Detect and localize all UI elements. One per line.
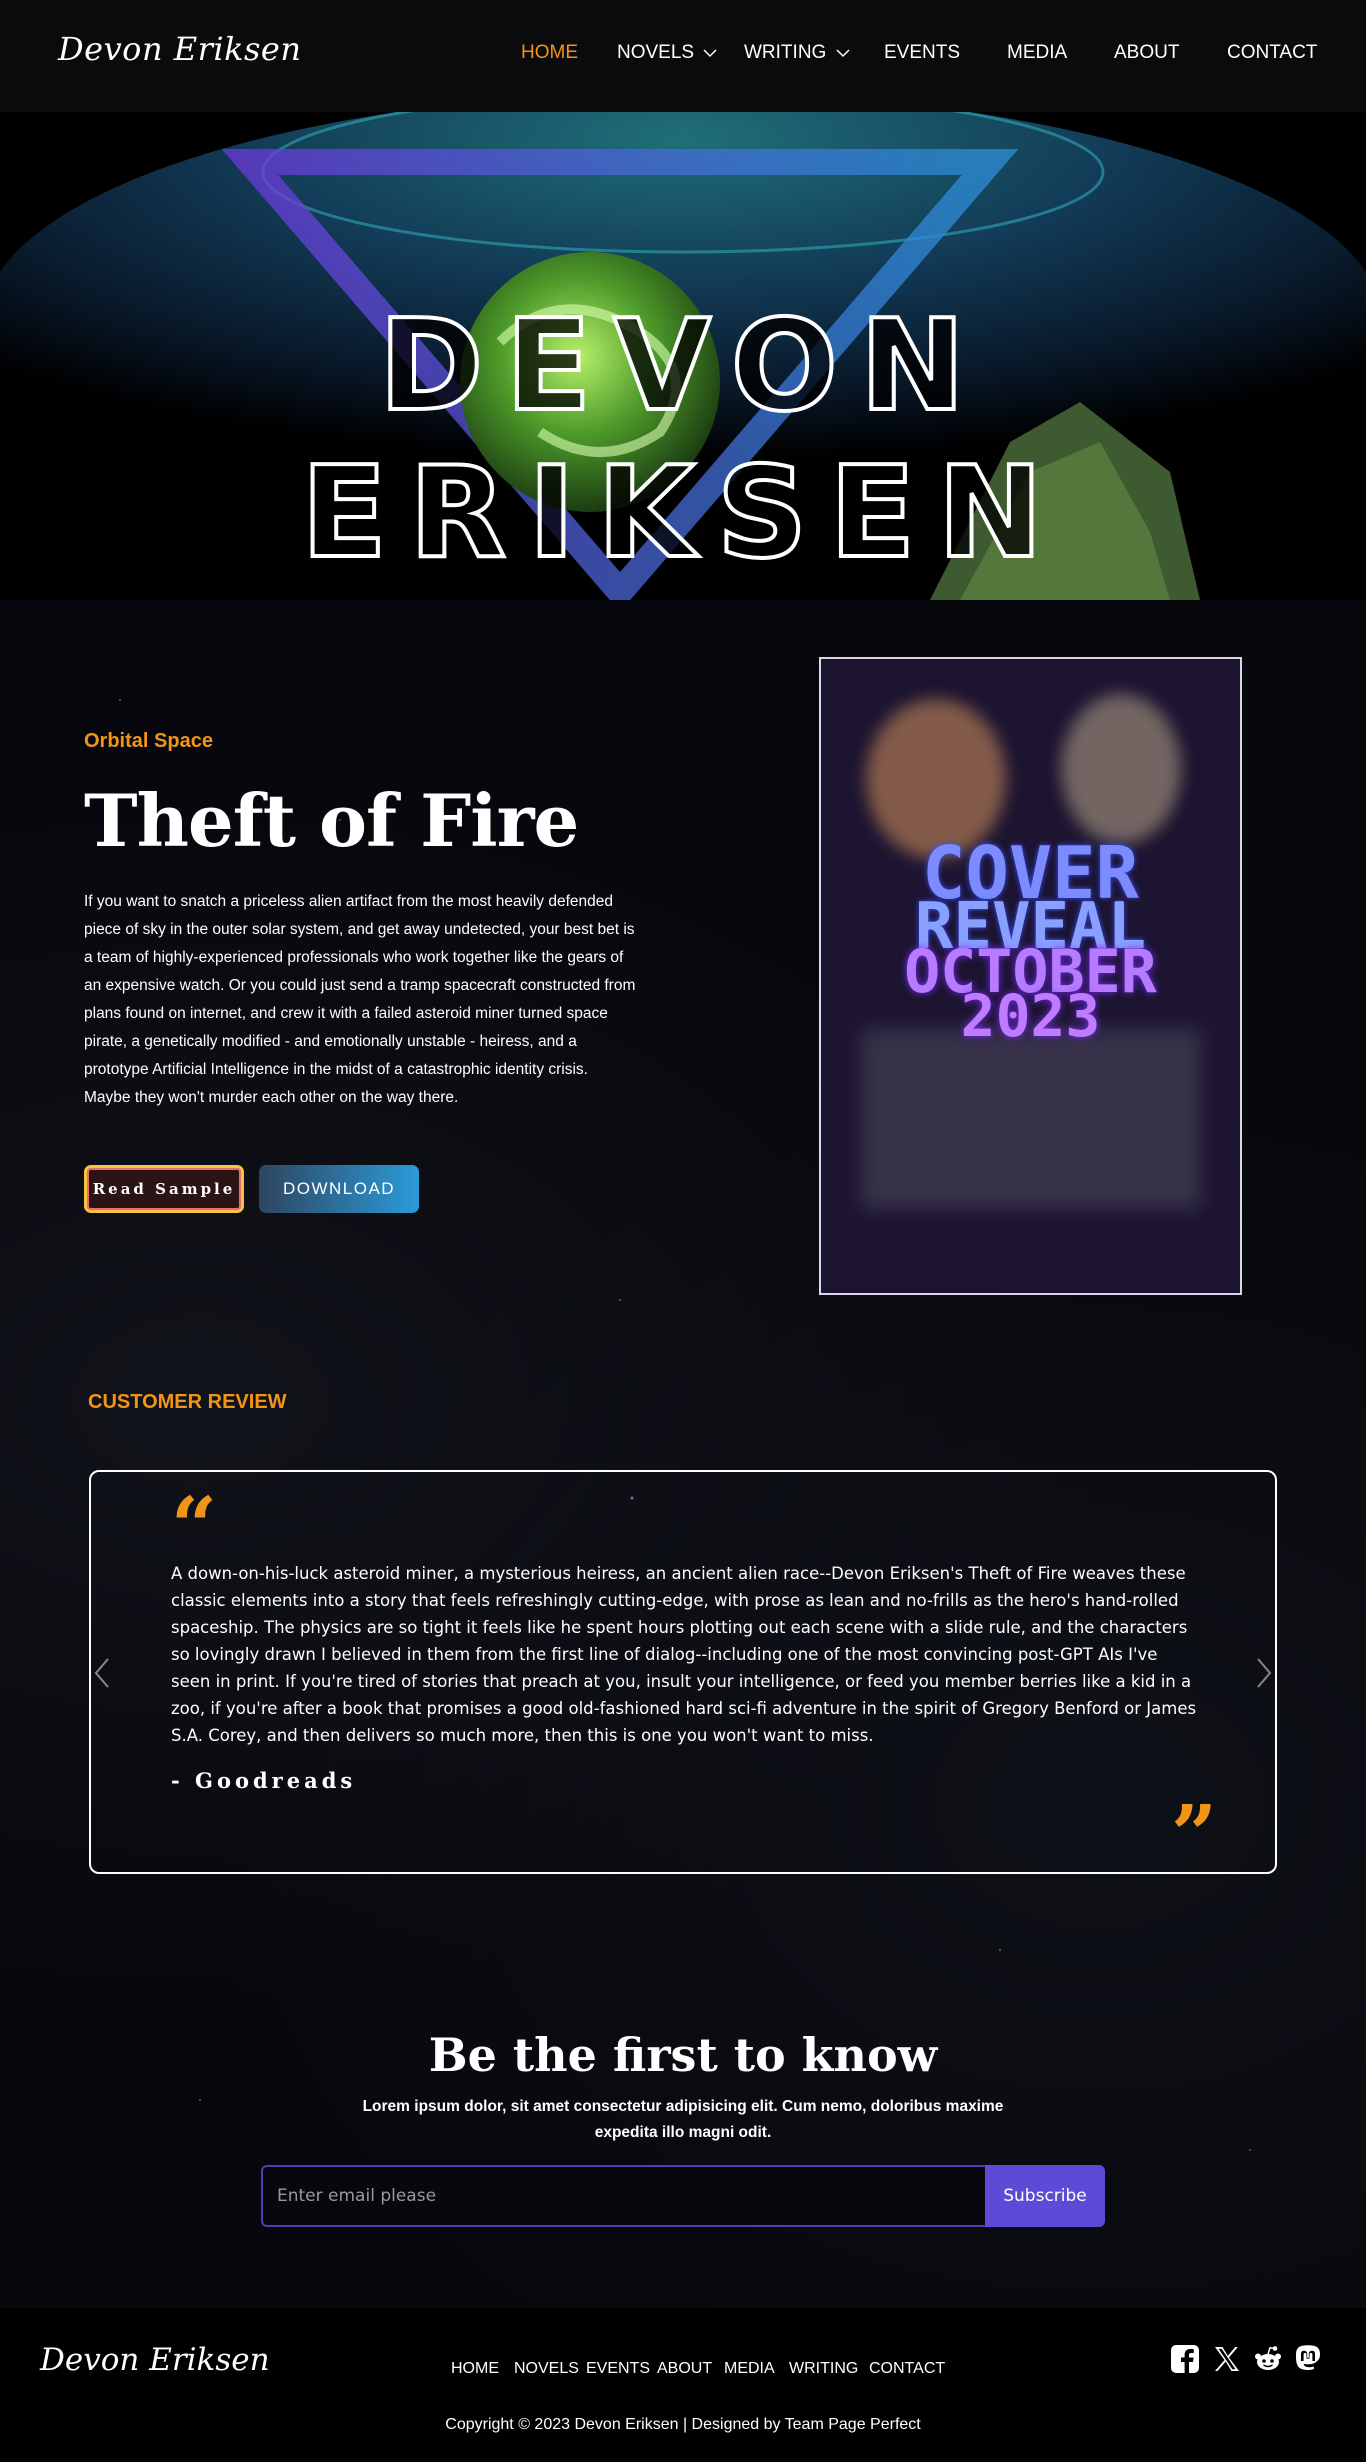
series-label: Orbital Space [84,730,213,752]
chevron-down-icon [836,49,850,58]
newsletter-title: Be the first to know [428,2028,938,2082]
hero-title: DEVON ERIKSEN [299,290,1065,588]
x-twitter-icon[interactable] [1212,2344,1242,2374]
review-text: A down-on-his-luck asteroid miner, a mys… [171,1564,1197,1745]
facebook-icon[interactable] [1170,2344,1200,2374]
reviews-section-label: CUSTOMER REVIEW [88,1391,287,1413]
main-nav: HOME NOVELS WRITING EVENTS MEDIA ABOUT C… [0,42,1366,66]
nav-writing-label: WRITING [744,42,827,63]
site-footer: Devon Eriksen HOME NOVELS EVENTS ABOUT M… [0,2308,1366,2462]
mastodon-icon[interactable] [1293,2344,1323,2374]
newsletter-subtitle: Lorem ipsum dolor, sit amet consectetur … [362,2098,1004,2141]
carousel-next-icon[interactable] [1254,1657,1274,1689]
nav-media[interactable]: MEDIA [1007,42,1067,64]
nav-writing[interactable]: WRITING [744,42,850,64]
nav-events[interactable]: EVENTS [884,42,960,64]
quote-open-icon: “ [171,1479,218,1573]
nav-home[interactable]: HOME [521,42,578,64]
book-title: Theft of Fire [84,778,579,863]
nav-novels-label: NOVELS [617,42,695,63]
chevron-down-icon [703,49,717,58]
nav-about[interactable]: ABOUT [1114,42,1179,64]
nav-contact[interactable]: CONTACT [1227,42,1317,64]
book-cover[interactable]: COVER REVEAL OCTOBER 2023 [819,657,1242,1295]
reddit-icon[interactable] [1253,2344,1283,2374]
download-button[interactable]: DOWNLOAD [259,1165,419,1213]
cover-year-line: 2023 [960,982,1101,1050]
quote-close-icon: ” [1171,1787,1218,1881]
book-synopsis: If you want to snatch a priceless alien … [84,893,636,1106]
review-source: - Goodreads [171,1768,357,1793]
copyright-text: Copyright © 2023 Devon Eriksen | Designe… [445,2416,921,2433]
subscribe-button[interactable]: Subscribe [985,2165,1105,2227]
carousel-prev-icon[interactable] [92,1657,112,1689]
review-carousel: “ A down-on-his-luck asteroid miner, a m… [89,1470,1277,1874]
read-sample-button[interactable]: Read Sample [84,1165,244,1213]
site-header: Devon Eriksen HOME NOVELS WRITING EVENTS… [0,0,1366,112]
hero-banner: DEVON ERIKSEN [0,112,1366,600]
email-input[interactable] [261,2165,985,2227]
nav-novels[interactable]: NOVELS [617,42,717,64]
social-links [0,2344,1366,2384]
